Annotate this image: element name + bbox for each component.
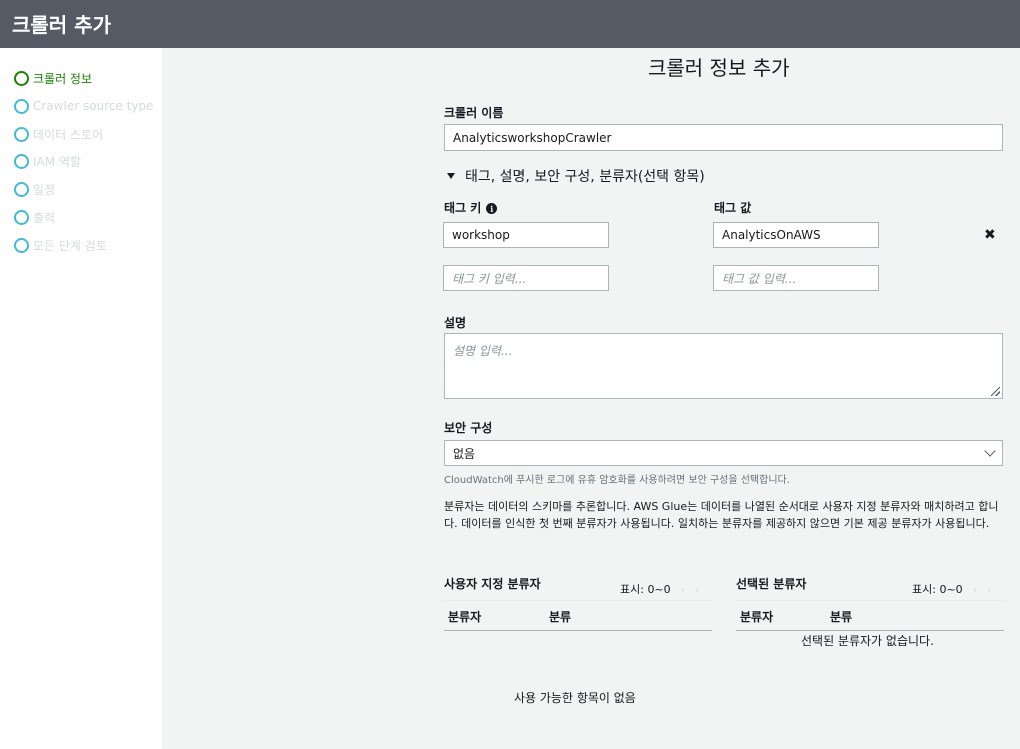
- selected-classifiers-title: 선택된 분류자: [736, 577, 807, 591]
- step-status-icon: [14, 181, 29, 197]
- remove-tag-icon[interactable]: ✖: [984, 227, 996, 243]
- step-label: 일정: [33, 182, 56, 197]
- step-status-icon: [14, 153, 29, 169]
- step-crawler-info[interactable]: 크롤러 정보: [14, 68, 92, 88]
- classifier-description: 분류자는 데이터의 스키마를 추론합니다. AWS Glue는 데이터를 나열된…: [444, 500, 999, 530]
- step-label: 데이터 스토어: [33, 127, 104, 142]
- column-header-classification[interactable]: 분류: [830, 608, 852, 625]
- column-header-classifier[interactable]: 분류자: [448, 608, 481, 625]
- new-tag-value-input[interactable]: 태그 값 입력...: [713, 265, 879, 291]
- step-data-store[interactable]: 데이터 스토어: [14, 124, 103, 144]
- step-label: Crawler source type: [33, 99, 154, 113]
- tag-key-label: 태그 키 i: [444, 199, 498, 216]
- step-crawler-source-type[interactable]: Crawler source type: [14, 96, 153, 116]
- new-tag-key-input[interactable]: 태그 키 입력...: [443, 265, 609, 291]
- section-heading: 크롤러 정보 추가: [648, 56, 790, 80]
- column-header-classification[interactable]: 분류: [549, 608, 571, 625]
- column-header-classifier[interactable]: 분류자: [740, 608, 773, 625]
- page-title: 크롤러 추가: [12, 13, 111, 37]
- pager-range: 표시: 0~0: [912, 583, 963, 596]
- step-status-icon: [14, 126, 29, 142]
- selected-classifiers-empty: 선택된 분류자가 없습니다.: [801, 634, 934, 648]
- optional-settings-toggle[interactable]: 태그, 설명, 보안 구성, 분류자(선택 항목): [444, 166, 705, 186]
- tag-value-input[interactable]: AnalyticsOnAWS: [713, 222, 879, 248]
- step-output[interactable]: 출력: [14, 207, 55, 227]
- step-label: IAM 역할: [33, 154, 81, 169]
- step-label: 크롤러 정보: [33, 71, 93, 86]
- step-schedule[interactable]: 일정: [14, 179, 55, 199]
- custom-classifiers-empty: 사용 가능한 항목이 없음: [514, 691, 636, 705]
- step-label: 출력: [33, 210, 56, 225]
- step-label: 모든 단계 검토: [33, 238, 107, 253]
- tag-key-input[interactable]: workshop: [443, 222, 609, 248]
- prev-page-icon[interactable]: ‹: [681, 583, 685, 596]
- step-status-icon: [14, 237, 29, 253]
- table-header-rule: [736, 630, 1004, 631]
- header-bar: 크롤러 추가: [0, 0, 1020, 48]
- optional-settings-label: 태그, 설명, 보안 구성, 분류자(선택 항목): [465, 169, 705, 185]
- info-icon[interactable]: i: [486, 203, 498, 214]
- tag-value-label: 태그 값: [714, 201, 752, 215]
- step-status-icon: [14, 98, 29, 114]
- table-divider: [444, 600, 712, 601]
- next-page-icon[interactable]: ›: [695, 583, 699, 596]
- chevron-down-icon: [984, 445, 996, 457]
- table-header-rule: [444, 630, 712, 631]
- security-config-label: 보안 구성: [444, 421, 493, 435]
- security-config-select[interactable]: 없음: [444, 440, 1003, 466]
- next-page-icon[interactable]: ›: [987, 583, 991, 596]
- prev-page-icon[interactable]: ‹: [973, 583, 977, 596]
- step-review[interactable]: 모든 단계 검토: [14, 235, 107, 255]
- description-placeholder: 설명 입력...: [453, 344, 513, 358]
- description-textarea[interactable]: 설명 입력...: [444, 333, 1003, 399]
- security-config-value: 없음: [453, 446, 476, 461]
- step-status-icon: [14, 209, 29, 225]
- crawler-name-label: 크롤러 이름: [444, 106, 504, 120]
- description-label: 설명: [444, 316, 467, 330]
- table-divider: [736, 600, 1004, 601]
- custom-classifiers-title: 사용자 지정 분류자: [444, 577, 541, 591]
- security-config-hint: CloudWatch에 푸시한 로그에 유휴 암호화를 사용하려면 보안 구성을…: [444, 475, 790, 486]
- resize-handle-icon[interactable]: [991, 387, 1000, 396]
- step-status-icon: [14, 70, 29, 86]
- selected-classifiers-pager: 표시: 0~0 ‹ ›: [912, 581, 991, 597]
- custom-classifiers-pager: 표시: 0~0 ‹ ›: [620, 581, 699, 597]
- tag-key-label-text: 태그 키: [444, 201, 482, 215]
- pager-range: 표시: 0~0: [620, 583, 671, 596]
- caret-down-icon: [447, 173, 455, 179]
- step-iam-role[interactable]: IAM 역할: [14, 151, 81, 171]
- crawler-name-input[interactable]: AnalyticsworkshopCrawler: [444, 124, 1003, 151]
